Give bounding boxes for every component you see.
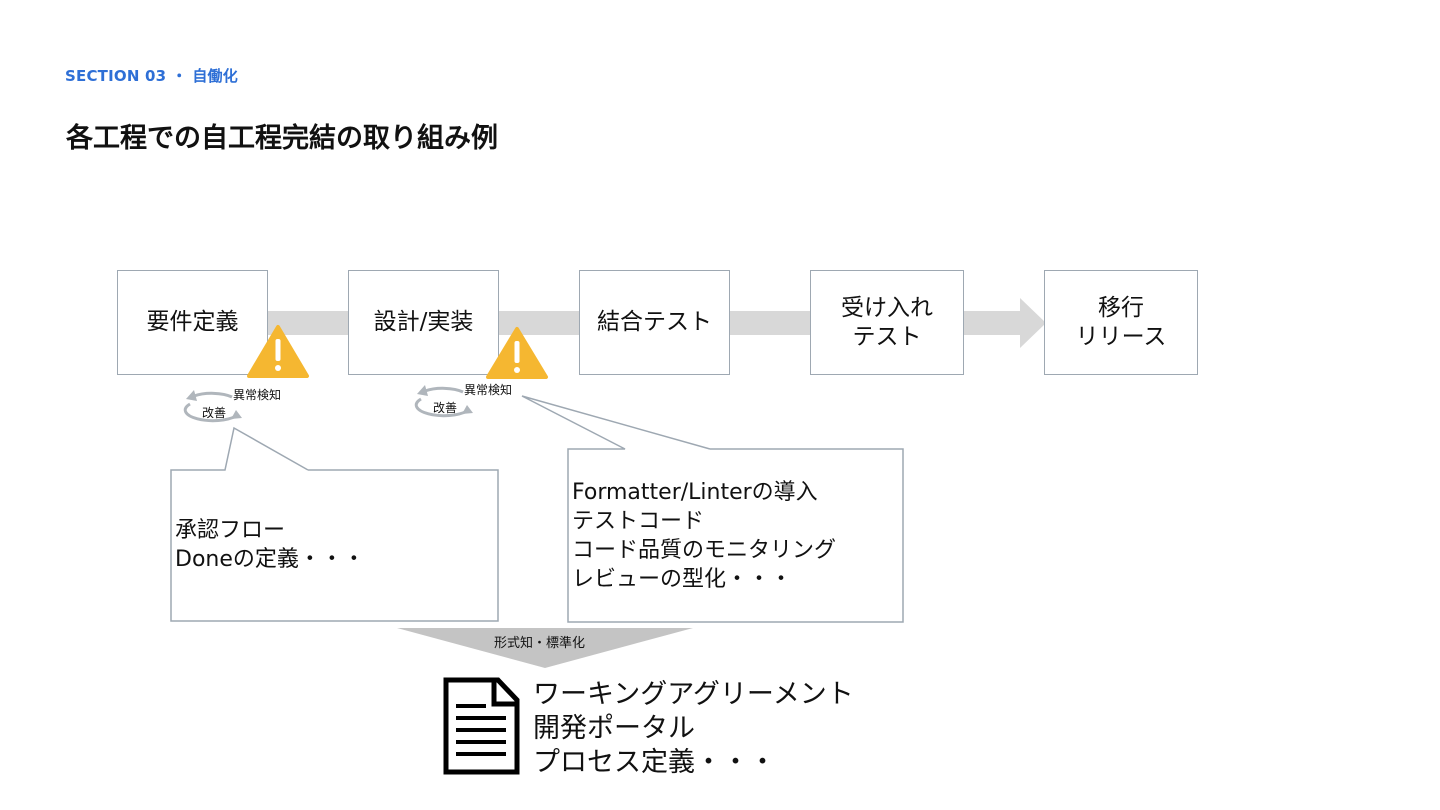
loop-arrowhead [417, 385, 428, 396]
funnel-label: 形式知・標準化 [494, 636, 586, 651]
anomaly-detection-label: 異常検知 [233, 388, 282, 402]
artifact-list: ワーキングアグリーメント 開発ポータル プロセス定義・・・ [533, 679, 854, 778]
callout-design-text: Formatter/Linterの導入 テストコード コード品質のモニタリング … [572, 480, 837, 592]
improvement-label: 改善 [433, 401, 458, 415]
loop-arrowhead [186, 390, 197, 401]
anomaly-detection-label: 異常検知 [464, 383, 513, 397]
step-acceptance-test: 受け入れ テスト [810, 270, 964, 375]
step-design-implementation: 設計/実装 [348, 270, 499, 375]
loop-arrowhead [462, 405, 473, 414]
document-icon [443, 677, 520, 775]
improvement-label: 改善 [202, 406, 227, 420]
callout-requirements-text: 承認フロー Doneの定義・・・ [175, 518, 365, 572]
step-migration-release: 移行 リリース [1044, 270, 1198, 375]
step-integration-test: 結合テスト [579, 270, 730, 375]
loop-arrowhead [231, 410, 242, 419]
flow-arrowhead [1020, 298, 1046, 348]
step-requirements: 要件定義 [117, 270, 268, 375]
